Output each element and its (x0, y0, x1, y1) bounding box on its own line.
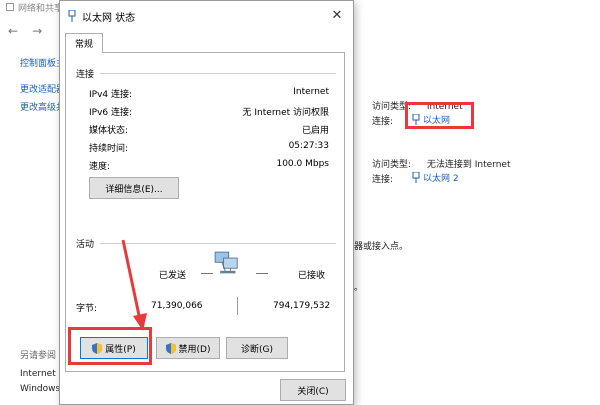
tab-general[interactable]: 常规 (65, 33, 103, 53)
row-value: 100.0 Mbps (276, 159, 329, 169)
sent-label: 已发送 (159, 271, 187, 281)
bg-nav: ← → (8, 24, 42, 38)
ipv4-row: IPv4 连接: Internet (89, 87, 329, 100)
media-state-row: 媒体状态: 已启用 (89, 123, 329, 136)
dialog-titlebar[interactable]: 以太网 状态 (60, 1, 353, 31)
activity-group-header: 活动 (76, 240, 95, 250)
row-value: 05:27:33 (288, 141, 329, 151)
conn2-access-value: 无法连接到 Internet (426, 160, 511, 170)
separator (237, 297, 238, 315)
received-dash (256, 273, 268, 274)
close-icon[interactable]: ✕ (329, 7, 345, 23)
connection-group-header: 连接 (76, 70, 95, 80)
divider (100, 243, 336, 244)
see-also-title: 另请参阅 (20, 351, 57, 361)
ethernet-plug-icon (68, 10, 76, 22)
row-value: Internet (293, 87, 329, 97)
conn2-access-row: 访问类型: 无法连接到 Internet (372, 157, 510, 170)
network-activity-icon (214, 251, 238, 274)
bg-text-fragment: 器或接入点。 (354, 242, 409, 252)
details-button[interactable]: 详细信息(E)... (89, 177, 179, 199)
disable-button-label: 禁用(D) (178, 344, 211, 355)
ethernet-plug-icon (412, 172, 420, 183)
row-value: 无 Internet 访问权限 (242, 108, 329, 118)
ethernet2-link[interactable]: 以太网 2 (412, 171, 459, 184)
uac-shield-icon (165, 342, 176, 354)
close-button[interactable]: 关闭(C) (280, 379, 346, 401)
bg-text-fragment: 。 (354, 283, 364, 293)
bytes-sent: 71,390,066 (151, 301, 203, 311)
ethernet-highlight-box (405, 102, 474, 129)
row-label: 速度: (89, 162, 111, 172)
ipv6-row: IPv6 连接: 无 Internet 访问权限 (89, 105, 329, 118)
row-label: IPv6 连接: (89, 108, 133, 118)
row-label: IPv4 连接: (89, 90, 133, 100)
forward-icon[interactable]: → (32, 24, 42, 38)
bytes-label: 字节: (76, 304, 98, 314)
divider (100, 73, 336, 74)
row-label: 持续时间: (89, 144, 129, 154)
disable-button[interactable]: 禁用(D) (156, 337, 220, 359)
duration-row: 持续时间: 05:27:33 (89, 141, 329, 154)
properties-highlight-box (68, 327, 152, 365)
dialog-title: 以太网 状态 (82, 12, 136, 24)
ethernet2-link-text: 以太网 2 (423, 174, 459, 184)
conn2-access-label: 访问类型: (372, 160, 412, 170)
received-label: 已接收 (298, 271, 326, 281)
row-value: 已启用 (301, 126, 329, 136)
row-label: 媒体状态: (89, 126, 129, 136)
general-panel: 连接 IPv4 连接: Internet IPv6 连接: 无 Internet… (65, 52, 345, 372)
network-icon (6, 3, 14, 11)
back-icon[interactable]: ← (8, 24, 18, 38)
diagnose-button[interactable]: 诊断(G) (226, 337, 288, 359)
bytes-received: 794,179,532 (273, 301, 331, 311)
speed-row: 速度: 100.0 Mbps (89, 159, 329, 172)
